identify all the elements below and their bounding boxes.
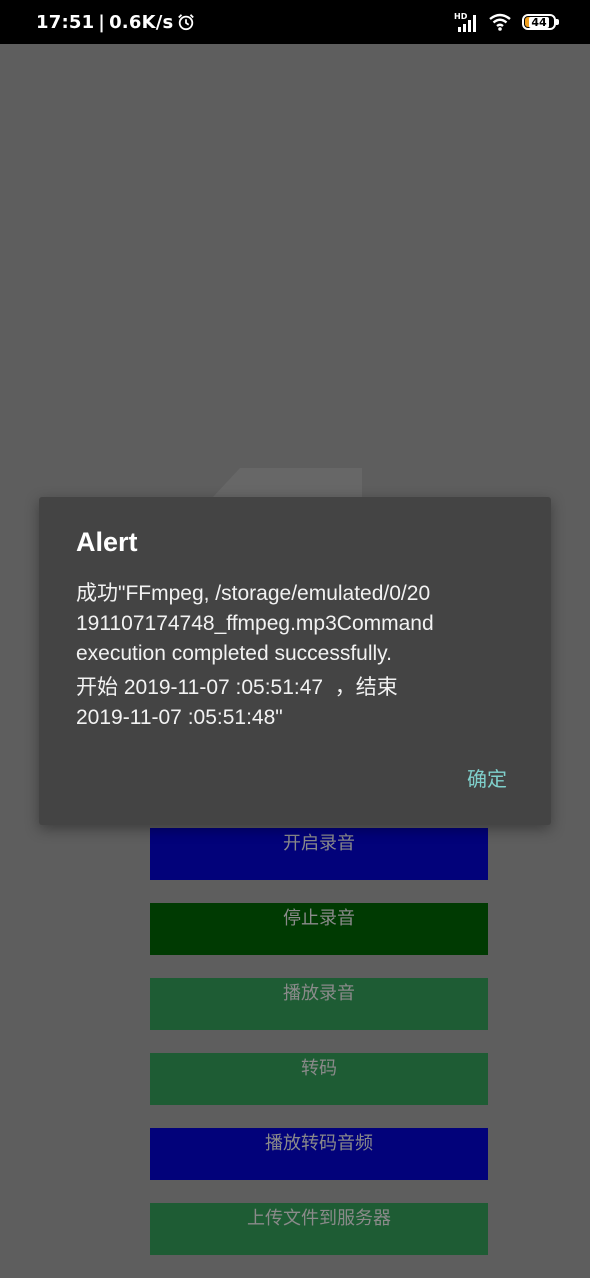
dialog-title: Alert (76, 527, 138, 557)
background-logo-fragment (212, 468, 362, 498)
play-transcoded-audio-button[interactable]: 播放转码音频 (150, 1128, 488, 1180)
message-line: 成功"FFmpeg, /storage/emulated/0/20 (76, 582, 431, 605)
dialog-message: 成功"FFmpeg, /storage/emulated/0/20 191107… (76, 579, 506, 733)
transcode-button[interactable]: 转码 (150, 1053, 488, 1105)
status-left: 17:51 | 0.6K/s (36, 0, 195, 44)
status-separator: | (98, 11, 106, 33)
status-time: 17:51 (36, 11, 95, 33)
play-recording-button[interactable]: 播放录音 (150, 978, 488, 1030)
alarm-clock-icon (178, 14, 195, 31)
wifi-icon (489, 13, 511, 31)
message-line: execution completed successfully. (76, 642, 392, 665)
ok-button[interactable]: 确定 (467, 763, 507, 792)
app-screen: 17:51 | 0.6K/s HD 44 开启录音 停止录音 播放录音 转码 播… (0, 0, 590, 1278)
alert-dialog: Alert 成功"FFmpeg, /storage/emulated/0/20 … (39, 497, 551, 825)
status-right: HD 44 (454, 0, 559, 44)
message-line: 开始 2019-11-07 :05:51:47 ，结束 (76, 676, 398, 699)
upload-file-button[interactable]: 上传文件到服务器 (150, 1203, 488, 1255)
battery-level: 44 (529, 15, 549, 29)
cell-signal-icon: HD (454, 12, 476, 32)
stop-recording-button[interactable]: 停止录音 (150, 903, 488, 955)
message-line: 2019-11-07 :05:51:48" (76, 706, 283, 729)
status-bar: 17:51 | 0.6K/s HD 44 (0, 0, 590, 44)
signal-label: HD (454, 12, 468, 21)
network-speed: 0.6K/s (109, 11, 174, 33)
battery-icon: 44 (522, 14, 559, 30)
start-recording-button[interactable]: 开启录音 (150, 828, 488, 880)
message-line: 191107174748_ffmpeg.mp3Command (76, 612, 434, 635)
